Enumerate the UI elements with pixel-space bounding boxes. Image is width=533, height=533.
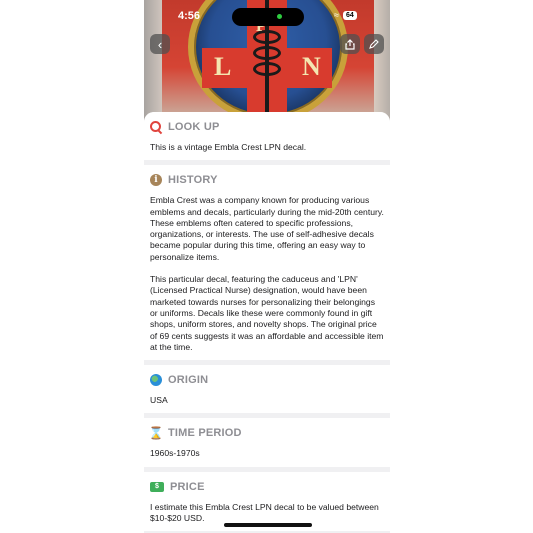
origin-header: ORIGIN [150, 365, 384, 389]
time-period-header: ⌛ TIME PERIOD [148, 418, 384, 442]
price-header: $ PRICE [150, 472, 384, 496]
history-title: HISTORY [168, 174, 218, 187]
details-sheet[interactable]: LOOK UP This is a vintage Embla Crest LP… [144, 112, 390, 533]
back-button[interactable]: ‹ [150, 34, 170, 54]
battery-icon: 64 [342, 10, 357, 20]
search-icon [150, 121, 162, 133]
time-period-body: 1960s-1970s [150, 448, 200, 459]
caduceus-snake [253, 46, 281, 60]
hero-photo-edge [374, 0, 390, 122]
status-time: 4:56 [178, 10, 201, 22]
hero-image: L P N 4:56 ≈ 64 ‹ [144, 0, 390, 122]
pencil-icon [369, 39, 379, 49]
price-title: PRICE [170, 480, 205, 493]
info-icon: i [150, 174, 162, 187]
lookup-header: LOOK UP [150, 112, 384, 136]
wifi-icon: ≈ [334, 10, 339, 20]
lookup-title: LOOK UP [168, 121, 220, 133]
origin-title: ORIGIN [168, 374, 209, 387]
status-icons: ≈ 64 [334, 10, 357, 20]
dollar-bill-icon: $ [150, 481, 164, 492]
history-header: i HISTORY [150, 165, 384, 189]
chevron-left-icon: ‹ [157, 36, 163, 52]
origin-body: USA [150, 395, 168, 406]
decal-letter-n: N [302, 52, 321, 81]
share-button[interactable] [340, 34, 360, 54]
phone-screen: L P N 4:56 ≈ 64 ‹ LOOK UP This is a vint… [144, 0, 390, 533]
lookup-body: This is a vintage Embla Crest LPN decal. [150, 142, 307, 152]
camera-indicator-icon [277, 14, 282, 19]
home-indicator[interactable] [224, 523, 312, 527]
share-icon [345, 38, 355, 50]
lookup-card: LOOK UP This is a vintage Embla Crest LP… [144, 112, 390, 161]
time-period-card: ⌛ TIME PERIOD 1960s-1970s [144, 418, 390, 467]
hero-photo-edge [144, 0, 162, 122]
globe-icon [150, 374, 162, 387]
history-paragraph: Embla Crest was a company known for prod… [150, 195, 384, 262]
hourglass-icon: ⌛ [148, 426, 164, 441]
edit-button[interactable] [364, 34, 384, 54]
time-period-title: TIME PERIOD [168, 427, 242, 440]
caduceus-snake [253, 62, 281, 76]
dynamic-island [232, 8, 304, 26]
origin-card: ORIGIN USA [144, 365, 390, 414]
decal-letter-l: L [214, 52, 232, 81]
history-card: i HISTORY Embla Crest was a company know… [144, 165, 390, 361]
history-paragraph: This particular decal, featuring the cad… [150, 274, 384, 352]
history-body: Embla Crest was a company known for prod… [150, 189, 384, 360]
